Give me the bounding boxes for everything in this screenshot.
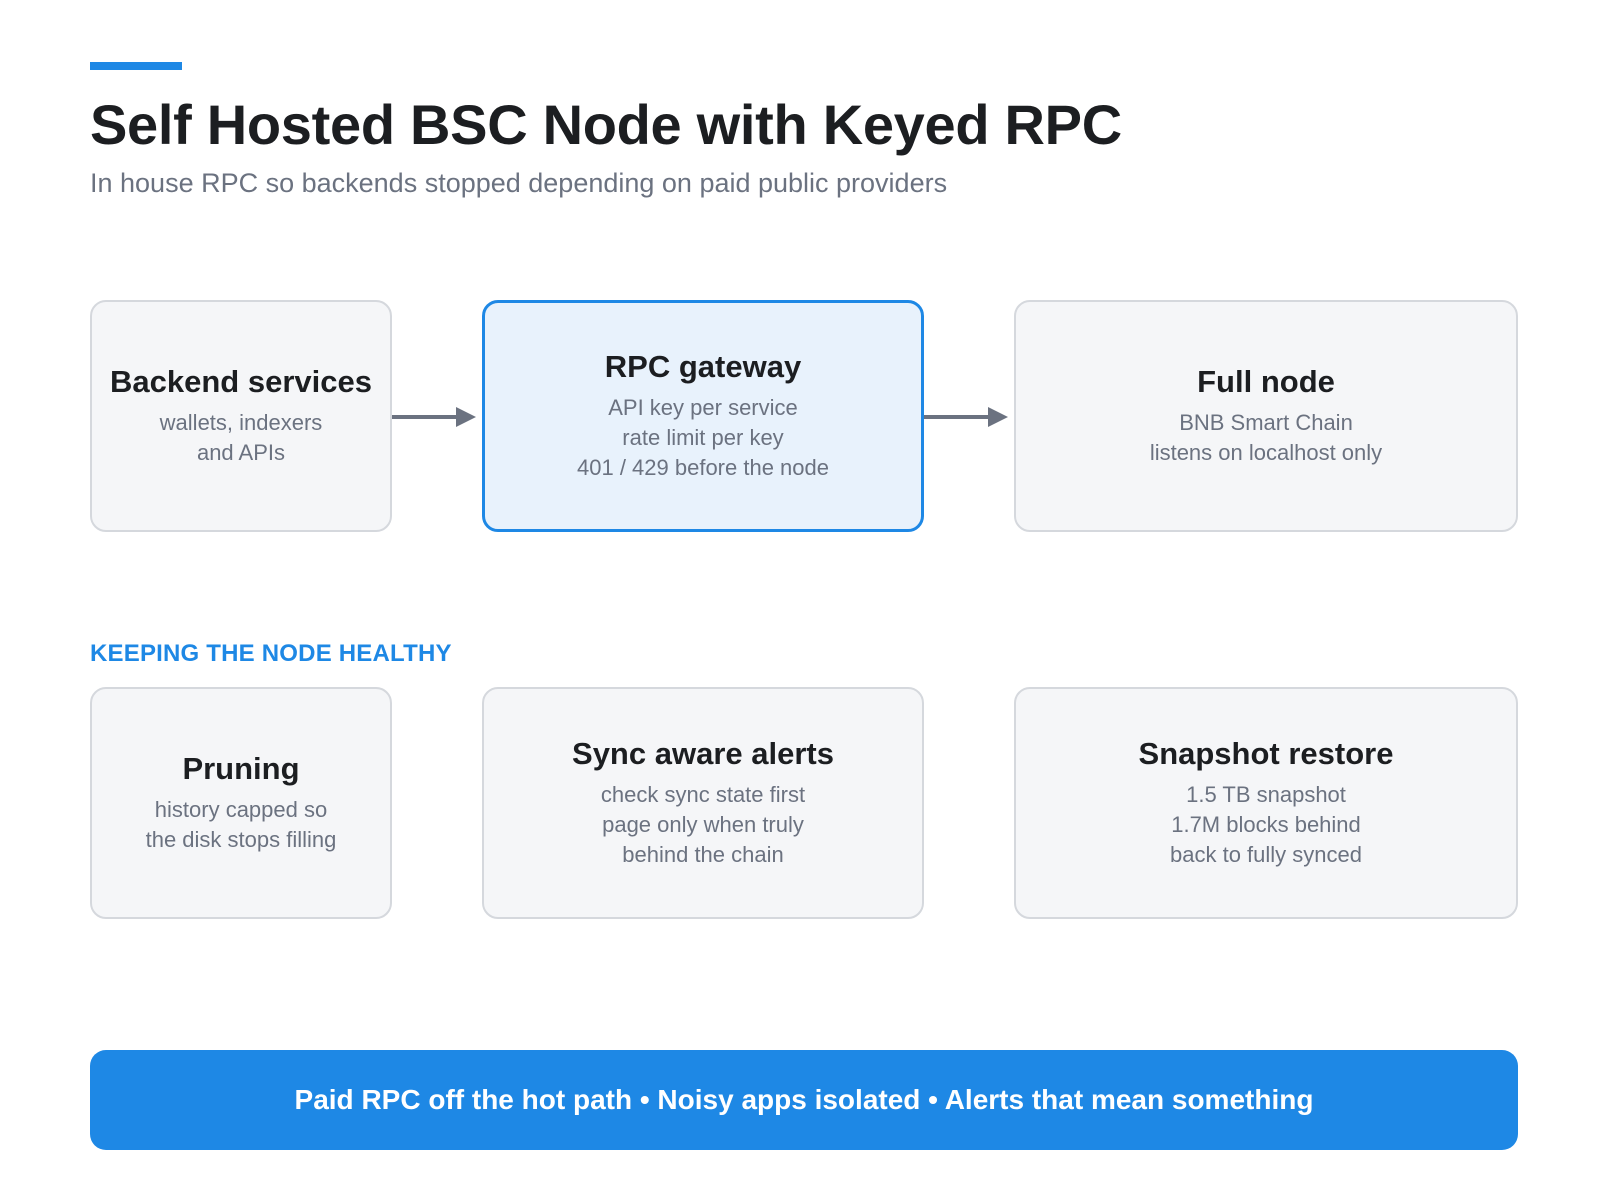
box-line: behind the chain [622, 842, 784, 867]
box-line: 1.7M blocks behind [1171, 812, 1361, 837]
sync-alerts-box: Sync aware alerts check sync state first… [482, 687, 924, 919]
box-line: API key per service [608, 395, 798, 420]
box-title: Full node [1197, 364, 1335, 399]
box-title: Sync aware alerts [572, 736, 834, 771]
box-line: and APIs [196, 440, 286, 465]
box-title: Pruning [182, 751, 300, 786]
footer-text: Paid RPC off the hot path • Noisy apps i… [294, 1084, 1314, 1115]
page-subtitle: In house RPC so backends stopped dependi… [90, 168, 948, 198]
box-line: back to fully synced [1170, 842, 1362, 867]
arrow-right-icon [392, 407, 476, 427]
pruning-box: Pruning history capped so the disk stops… [90, 687, 392, 919]
box-line: the disk stops filling [145, 827, 337, 852]
box-title: Backend services [110, 364, 372, 399]
section-label: KEEPING THE NODE HEALTHY [90, 640, 452, 667]
full-node-box: Full node BNB Smart Chain listens on loc… [1014, 300, 1518, 532]
box-line: page only when truly [602, 812, 804, 837]
box-line: rate limit per key [622, 425, 784, 450]
box-line: listens on localhost only [1149, 440, 1383, 465]
box-line: BNB Smart Chain [1179, 410, 1353, 435]
title-accent-bar [90, 62, 182, 70]
box-line: history capped so [154, 797, 328, 822]
box-line: wallets, indexers [159, 410, 323, 435]
box-line: 1.5 TB snapshot [1186, 782, 1346, 807]
box-line: check sync state first [600, 782, 806, 807]
rpc-gateway-box: RPC gateway API key per service rate lim… [482, 300, 924, 532]
footer-banner: Paid RPC off the hot path • Noisy apps i… [90, 1050, 1518, 1150]
box-title: Snapshot restore [1138, 736, 1394, 771]
arrow-right-icon [924, 407, 1008, 427]
snapshot-restore-box: Snapshot restore 1.5 TB snapshot 1.7M bl… [1014, 687, 1518, 919]
backend-services-box: Backend services wallets, indexers and A… [90, 300, 392, 532]
page-title: Self Hosted BSC Node with Keyed RPC [90, 93, 1122, 156]
box-title: RPC gateway [604, 349, 802, 384]
box-line: 401 / 429 before the node [577, 455, 829, 480]
